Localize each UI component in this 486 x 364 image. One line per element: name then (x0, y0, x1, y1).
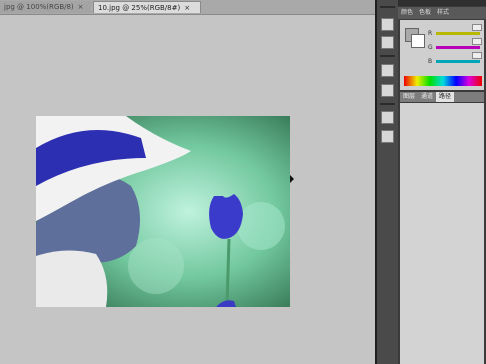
close-icon[interactable]: × (184, 4, 190, 12)
right-panel: 颜色 色板 样式 R G B 图层 通道 路径 (398, 0, 486, 364)
grip-handle[interactable] (380, 103, 395, 105)
slider-track[interactable] (436, 46, 480, 49)
document-image[interactable] (36, 116, 290, 307)
color-spectrum[interactable] (404, 76, 482, 86)
actions-panel-icon[interactable] (381, 130, 394, 143)
slider-label: G (428, 44, 433, 51)
color-panel: R G B (400, 20, 484, 90)
grip-handle[interactable] (380, 55, 395, 57)
masks-panel-icon[interactable] (381, 84, 394, 97)
tab-channels[interactable]: 通道 (418, 92, 436, 102)
slider-green[interactable]: G (428, 38, 482, 52)
background-color-swatch[interactable] (411, 34, 425, 48)
tab-10-jpg[interactable]: 10.jpg @ 25%(RGB/8#) × (93, 1, 201, 13)
slider-track[interactable] (436, 32, 480, 35)
slider-blue[interactable]: B (428, 52, 482, 66)
photo-girl-with-tulip (36, 116, 290, 307)
tab-swatches[interactable]: 色板 (416, 7, 434, 19)
tab-label: jpg @ 100%(RGB/8) (4, 3, 74, 11)
slider-label: R (428, 30, 433, 37)
adjustments-panel-icon[interactable] (381, 64, 394, 77)
slider-label: B (428, 58, 433, 65)
swatches-panel-icon[interactable] (381, 36, 394, 49)
paths-panel-content[interactable] (400, 103, 484, 364)
tab-paths[interactable]: 路径 (436, 92, 455, 102)
tab-label: 10.jpg @ 25%(RGB/8#) (98, 4, 181, 12)
tab-layers[interactable]: 图层 (400, 92, 418, 102)
color-panel-tabs: 颜色 色板 样式 (398, 7, 486, 19)
grip-handle[interactable] (380, 6, 395, 8)
document-tab-bar: jpg @ 100%(RGB/8) × 10.jpg @ 25%(RGB/8#) × (0, 0, 375, 15)
value-box[interactable] (472, 24, 482, 31)
panel-header (398, 0, 486, 6)
slider-track[interactable] (436, 60, 480, 63)
mouse-pointer (290, 175, 294, 183)
history-panel-icon[interactable] (381, 111, 394, 124)
value-box[interactable] (472, 38, 482, 45)
close-icon[interactable]: × (78, 3, 84, 11)
panel-icon-column (377, 0, 398, 364)
color-panel-icon[interactable] (381, 18, 394, 31)
tab-jpg-100[interactable]: jpg @ 100%(RGB/8) × (0, 1, 91, 13)
layer-panel-tabs: 图层 通道 路径 (400, 92, 484, 102)
tab-color[interactable]: 颜色 (398, 7, 416, 19)
slider-red[interactable]: R (428, 24, 482, 38)
value-box[interactable] (472, 52, 482, 59)
tab-styles[interactable]: 样式 (434, 7, 452, 19)
